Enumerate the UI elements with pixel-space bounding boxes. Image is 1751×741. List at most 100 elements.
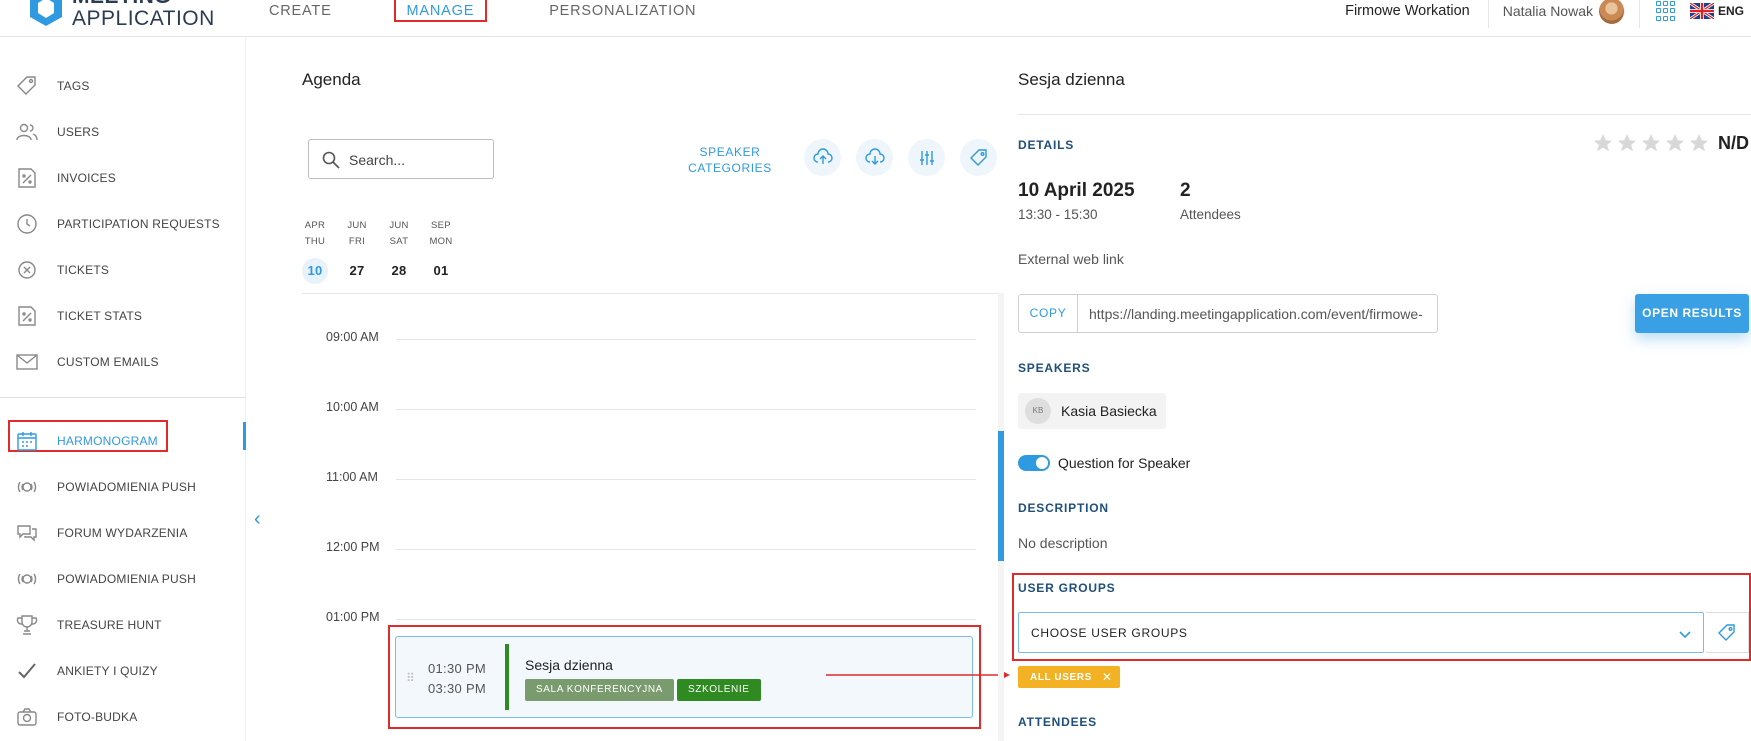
sidebar-item-invoices[interactable]: INVOICES bbox=[0, 155, 246, 201]
envelope-icon bbox=[16, 354, 38, 370]
event-date: 10 April 2025 bbox=[1018, 180, 1135, 201]
star-icon bbox=[1665, 133, 1685, 152]
sidebar-item-ticket-stats[interactable]: TICKET STATS bbox=[0, 293, 246, 339]
user-avatar[interactable] bbox=[1598, 0, 1625, 24]
top-bar: MEETING APPLICATION CREATE MANAGE PERSON… bbox=[0, 0, 1751, 37]
all-users-chip[interactable]: ALL USERS ✕ bbox=[1018, 666, 1120, 688]
user-groups-select[interactable]: CHOOSE USER GROUPS bbox=[1018, 612, 1704, 653]
nav-create[interactable]: CREATE bbox=[258, 0, 343, 22]
event-tag-room: SALA KONFERENCYJNA bbox=[525, 679, 674, 701]
users-icon bbox=[16, 123, 38, 141]
tags-button[interactable] bbox=[960, 139, 997, 176]
day-weekday: THU bbox=[304, 236, 326, 247]
sidebar-item-label: FORUM WYDARZENIA bbox=[57, 526, 188, 540]
nav-personalization[interactable]: PERSONALIZATION bbox=[538, 0, 707, 22]
day-tab-jun-28[interactable]: JUN SAT 28 bbox=[383, 218, 415, 284]
star-icon bbox=[1689, 133, 1709, 152]
apps-grid-icon[interactable] bbox=[1655, 1, 1676, 21]
sidebar-item-powiadomienia-push-2[interactable]: POWIADOMIENIA PUSH bbox=[0, 556, 246, 602]
sidebar-item-label: ANKIETY I QUIZY bbox=[57, 664, 158, 678]
agenda-title: Agenda bbox=[302, 70, 361, 89]
user-groups-select-label: CHOOSE USER GROUPS bbox=[1031, 626, 1188, 640]
question-for-speaker-toggle[interactable] bbox=[1018, 455, 1050, 471]
speaker-chip[interactable]: KB Kasia Basiecka bbox=[1018, 393, 1166, 429]
day-month: SEP bbox=[431, 220, 451, 231]
sidebar-item-label: TAGS bbox=[57, 79, 90, 93]
drag-handle-icon[interactable]: ⠿ bbox=[406, 671, 416, 685]
forum-icon bbox=[17, 525, 37, 542]
timeslot-row: 10:00 AM bbox=[302, 400, 976, 420]
sidebar-item-users[interactable]: USERS bbox=[0, 109, 246, 155]
time-label: 09:00 AM bbox=[326, 330, 379, 344]
sidebar-divider bbox=[0, 397, 246, 398]
camera-icon bbox=[17, 708, 37, 726]
organization-name[interactable]: Firmowe Workation bbox=[1345, 0, 1489, 28]
star-icon bbox=[1593, 133, 1613, 152]
logo[interactable]: MEETING APPLICATION bbox=[28, 0, 215, 34]
filter-button[interactable] bbox=[908, 139, 945, 176]
close-icon[interactable]: ✕ bbox=[1102, 670, 1112, 684]
chevron-down-icon bbox=[1679, 631, 1691, 639]
day-number: 28 bbox=[391, 263, 407, 278]
attendees-count: 2 bbox=[1180, 180, 1191, 201]
details-section-label: DETAILS bbox=[1018, 138, 1075, 152]
external-link-input[interactable] bbox=[1078, 295, 1437, 332]
timeslot-row: 12:00 PM bbox=[302, 540, 976, 560]
search-input[interactable] bbox=[349, 149, 489, 171]
divider bbox=[1638, 0, 1640, 28]
push-icon bbox=[17, 573, 37, 585]
description-text: No description bbox=[1018, 535, 1108, 551]
time-label: 11:00 AM bbox=[326, 470, 378, 484]
sidebar-item-label: TREASURE HUNT bbox=[57, 618, 162, 632]
download-button[interactable] bbox=[856, 139, 893, 176]
sidebar-item-harmonogram[interactable]: HARMONOGRAM bbox=[0, 418, 246, 464]
divider bbox=[302, 293, 1002, 294]
open-results-button[interactable]: OPEN RESULTS bbox=[1635, 294, 1749, 333]
day-number: 27 bbox=[349, 263, 365, 278]
scrollbar-thumb[interactable] bbox=[998, 431, 1004, 561]
day-weekday: SAT bbox=[389, 236, 409, 247]
sidebar-item-label: HARMONOGRAM bbox=[57, 434, 158, 448]
external-link-label: External web link bbox=[1018, 251, 1124, 267]
day-tab-apr-10[interactable]: APR THU 10 bbox=[299, 218, 331, 284]
sidebar-item-forum-wydarzenia[interactable]: FORUM WYDARZENIA bbox=[0, 510, 246, 556]
upload-button[interactable] bbox=[804, 139, 841, 176]
day-weekday: MON bbox=[429, 236, 453, 247]
sidebar-item-label: POWIADOMIENIA PUSH bbox=[57, 480, 196, 494]
sidebar-item-tags[interactable]: TAGS bbox=[0, 63, 246, 109]
sidebar-item-label: USERS bbox=[57, 125, 100, 139]
sidebar-item-tickets[interactable]: TICKETS bbox=[0, 247, 246, 293]
clock-icon bbox=[17, 214, 37, 234]
sidebar-item-label: TICKET STATS bbox=[57, 309, 143, 323]
day-tab-sep-01[interactable]: SEP MON 01 bbox=[425, 218, 457, 284]
external-link-group: COPY bbox=[1018, 294, 1438, 333]
rating: N/D bbox=[1592, 132, 1749, 154]
sidebar-item-powiadomienia-push[interactable]: POWIADOMIENIA PUSH bbox=[0, 464, 246, 510]
user-name[interactable]: Natalia Nowak bbox=[1489, 0, 1599, 28]
cloud-upload-icon bbox=[812, 147, 833, 164]
attendees-label: Attendees bbox=[1180, 207, 1241, 222]
sidebar: TAGS USERS INVOICES PARTICIPATION REQUES… bbox=[0, 37, 246, 741]
description-section-label: DESCRIPTION bbox=[1018, 501, 1109, 515]
sidebar-item-participation-requests[interactable]: PARTICIPATION REQUESTS bbox=[0, 201, 246, 247]
speaker-categories-button[interactable]: SPEAKER CATEGORIES bbox=[680, 144, 780, 176]
sidebar-item-foto-budka[interactable]: FOTO-BUDKA bbox=[0, 694, 246, 740]
top-right-area: Firmowe Workation Natalia Nowak ENG bbox=[1345, 0, 1751, 28]
nav-manage[interactable]: MANAGE bbox=[393, 0, 488, 22]
sidebar-item-label: POWIADOMIENIA PUSH bbox=[57, 572, 196, 586]
day-month: APR bbox=[304, 220, 326, 231]
user-groups-tag-button[interactable] bbox=[1706, 612, 1749, 653]
divider bbox=[1018, 114, 1751, 115]
sidebar-item-ankiety-i-quizy[interactable]: ANKIETY I QUIZY bbox=[0, 648, 246, 694]
collapse-sidebar-chevron-left-icon[interactable]: ‹ bbox=[254, 509, 268, 529]
time-label: 10:00 AM bbox=[326, 400, 379, 414]
uk-flag-icon[interactable] bbox=[1689, 3, 1714, 19]
detail-title: Sesja dzienna bbox=[1018, 70, 1125, 89]
copy-link-button[interactable]: COPY bbox=[1019, 295, 1078, 332]
search-box[interactable] bbox=[308, 139, 494, 179]
sidebar-item-treasure-hunt[interactable]: TREASURE HUNT bbox=[0, 602, 246, 648]
day-tab-jun-27[interactable]: JUN FRI 27 bbox=[341, 218, 373, 284]
language-label[interactable]: ENG bbox=[1718, 0, 1744, 28]
sidebar-item-custom-emails[interactable]: CUSTOM EMAILS bbox=[0, 339, 246, 385]
time-label: 12:00 PM bbox=[326, 540, 380, 554]
